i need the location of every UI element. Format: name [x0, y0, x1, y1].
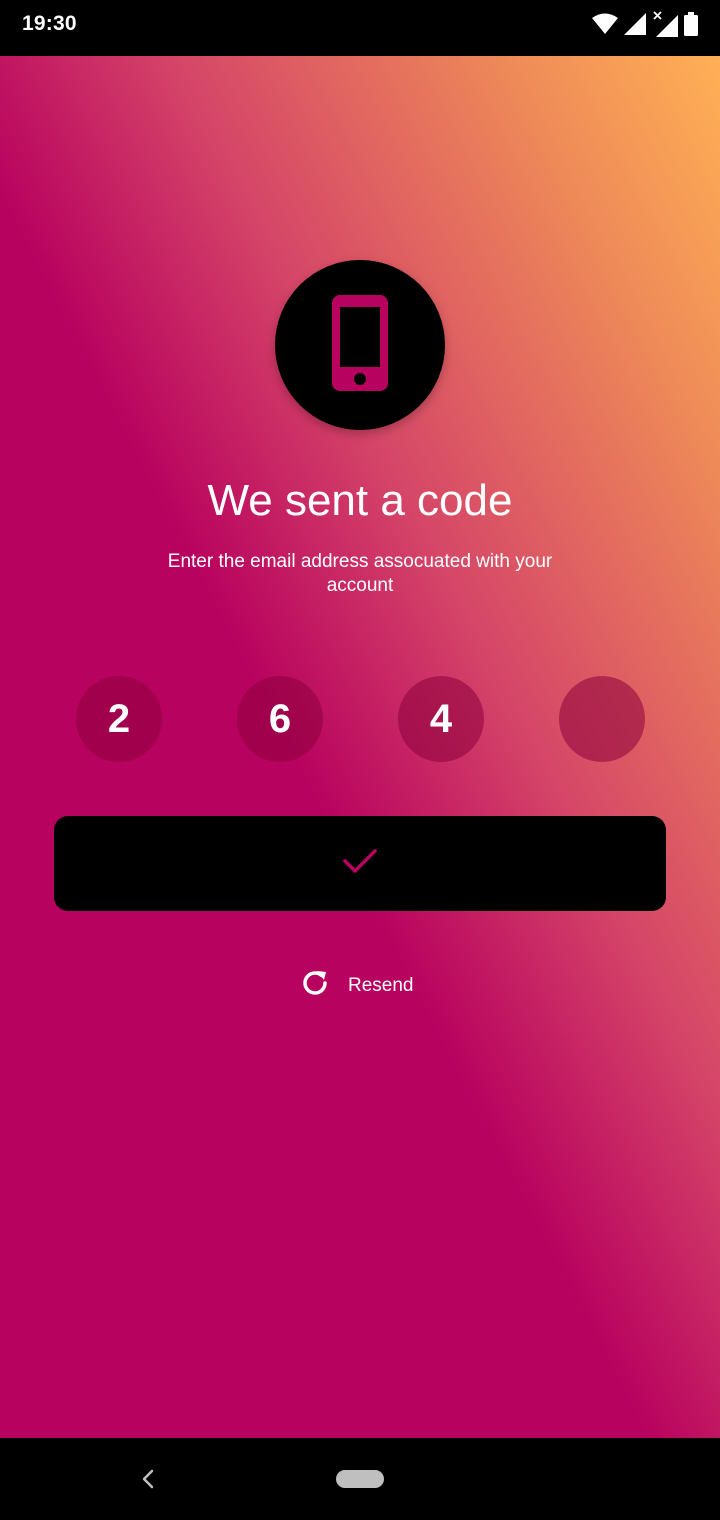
- battery-icon: [684, 12, 698, 36]
- signal-icon: [624, 13, 646, 35]
- resend-button[interactable]: Resend: [300, 966, 414, 1006]
- resend-label: Resend: [348, 975, 414, 996]
- code-digit-3[interactable]: 4: [398, 676, 484, 762]
- status-time: 19:30: [22, 12, 77, 35]
- phone-badge: [275, 260, 445, 430]
- main-content: We sent a code Enter the email address a…: [0, 56, 720, 1438]
- page-subtitle: Enter the email address assocuated with …: [167, 551, 553, 596]
- code-digit-1[interactable]: 2: [76, 676, 162, 762]
- status-icons: [592, 10, 698, 38]
- confirm-button[interactable]: [54, 816, 666, 911]
- status-bar: 19:30: [0, 0, 720, 56]
- smartphone-icon: [332, 294, 388, 396]
- back-icon[interactable]: [136, 1465, 160, 1493]
- signal-no-data-icon: [652, 11, 678, 37]
- code-digit-2[interactable]: 6: [237, 676, 323, 762]
- code-input-row: 2 6 4: [0, 676, 720, 762]
- page-title: We sent a code: [207, 476, 513, 525]
- home-pill-icon[interactable]: [336, 1470, 384, 1488]
- screen: 19:30 We sent a code Enter the email add…: [0, 0, 720, 1520]
- checkmark-icon: [343, 848, 377, 879]
- refresh-icon: [300, 968, 330, 1004]
- wifi-icon: [592, 13, 618, 35]
- code-digit-4[interactable]: [559, 676, 645, 762]
- navigation-bar: [0, 1438, 720, 1520]
